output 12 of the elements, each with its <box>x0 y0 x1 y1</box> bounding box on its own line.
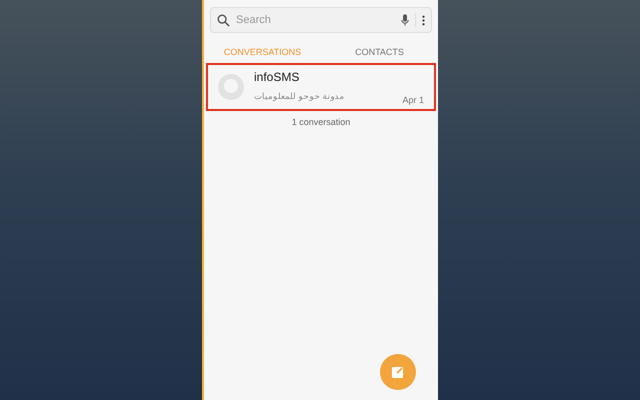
microphone-icon[interactable] <box>401 14 409 26</box>
compose-icon <box>392 366 404 378</box>
tab[interactable]: CONVERSATIONS <box>204 41 321 63</box>
search-icon <box>217 14 230 26</box>
tab[interactable]: CONTACTS <box>321 41 438 63</box>
search-field[interactable]: Search <box>236 14 395 26</box>
message-date: Apr 1 <box>402 94 424 104</box>
search-bar[interactable]: Search <box>210 7 432 33</box>
more-options-icon[interactable] <box>422 14 425 26</box>
contact-name: infoSMS <box>254 70 300 84</box>
message-preview: مدونة حوحو للمعلوميات <box>254 90 345 100</box>
conversation-count: 1 conversation <box>290 117 352 127</box>
